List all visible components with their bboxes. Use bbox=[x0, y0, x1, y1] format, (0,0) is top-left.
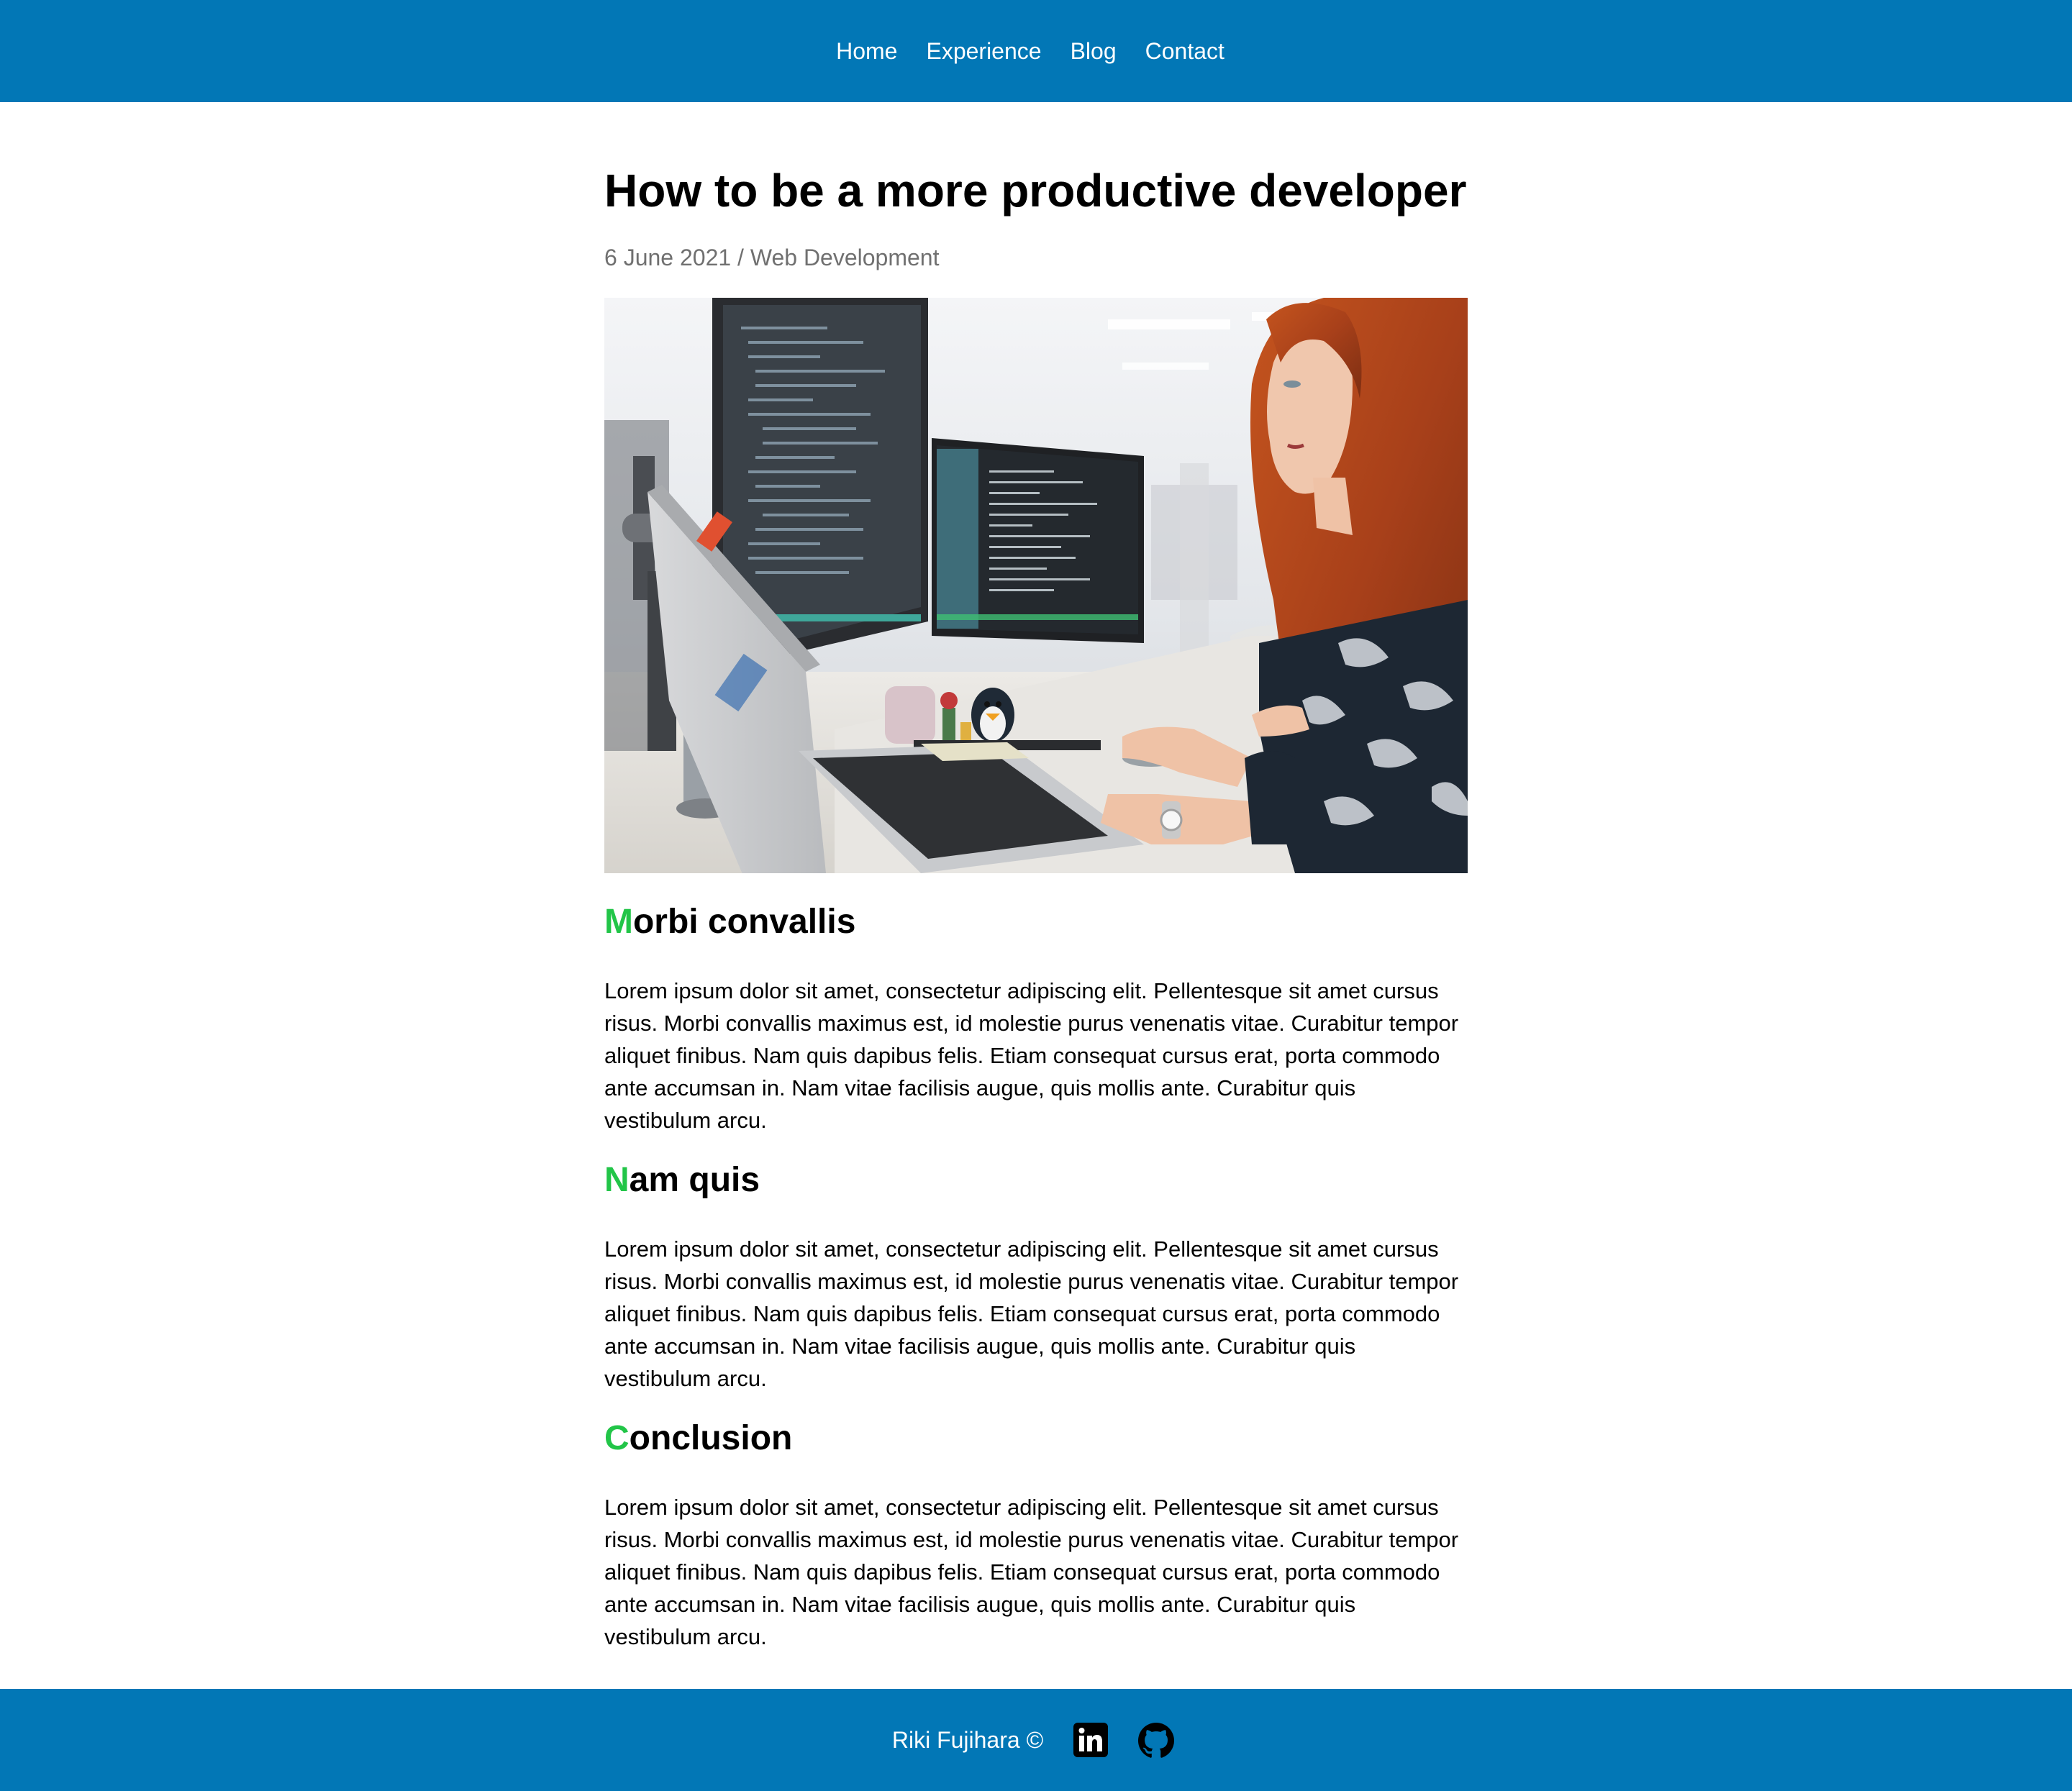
section-body: Lorem ipsum dolor sit amet, consectetur … bbox=[604, 1495, 1459, 1649]
nav-blog-link[interactable]: Blog bbox=[1071, 40, 1117, 63]
nav-contact-link[interactable]: Contact bbox=[1145, 40, 1224, 63]
linkedin-icon[interactable] bbox=[1073, 1723, 1109, 1757]
post-meta: 6 June 2021 / Web Development bbox=[604, 245, 939, 271]
post-category: Web Development bbox=[750, 245, 940, 270]
meta-separator: / bbox=[737, 245, 744, 270]
developer-at-desk-photo bbox=[604, 298, 1468, 873]
section-body: Lorem ipsum dolor sit amet, consectetur … bbox=[604, 978, 1459, 1133]
site-footer: Riki Fujihara © bbox=[0, 1689, 2072, 1791]
nav-home-link[interactable]: Home bbox=[836, 40, 897, 63]
nav-experience-link[interactable]: Experience bbox=[926, 40, 1041, 63]
heading-accent-letter: N bbox=[604, 1161, 630, 1199]
section-heading: Morbi convallis bbox=[604, 905, 855, 939]
section-heading: Conclusion bbox=[604, 1421, 792, 1456]
section-heading: Nam quis bbox=[604, 1163, 760, 1198]
heading-text: orbi convallis bbox=[632, 903, 856, 941]
section-body: Lorem ipsum dolor sit amet, consectetur … bbox=[604, 1236, 1459, 1391]
heading-text: onclusion bbox=[629, 1419, 793, 1457]
main-nav: Home Experience Blog Contact bbox=[836, 40, 1224, 63]
post-title: How to be a more productive developer bbox=[604, 165, 1467, 217]
heading-text: am quis bbox=[629, 1161, 760, 1199]
footer-content: Riki Fujihara © bbox=[891, 1723, 1175, 1758]
post-date: 6 June 2021 bbox=[604, 245, 732, 270]
copyright-text: Riki Fujihara © bbox=[891, 1726, 1044, 1753]
heading-accent-letter: M bbox=[604, 903, 633, 941]
site-header: Home Experience Blog Contact bbox=[0, 0, 2072, 102]
heading-accent-letter: C bbox=[604, 1419, 630, 1457]
github-icon[interactable] bbox=[1138, 1723, 1175, 1758]
hero-image bbox=[604, 298, 1468, 873]
